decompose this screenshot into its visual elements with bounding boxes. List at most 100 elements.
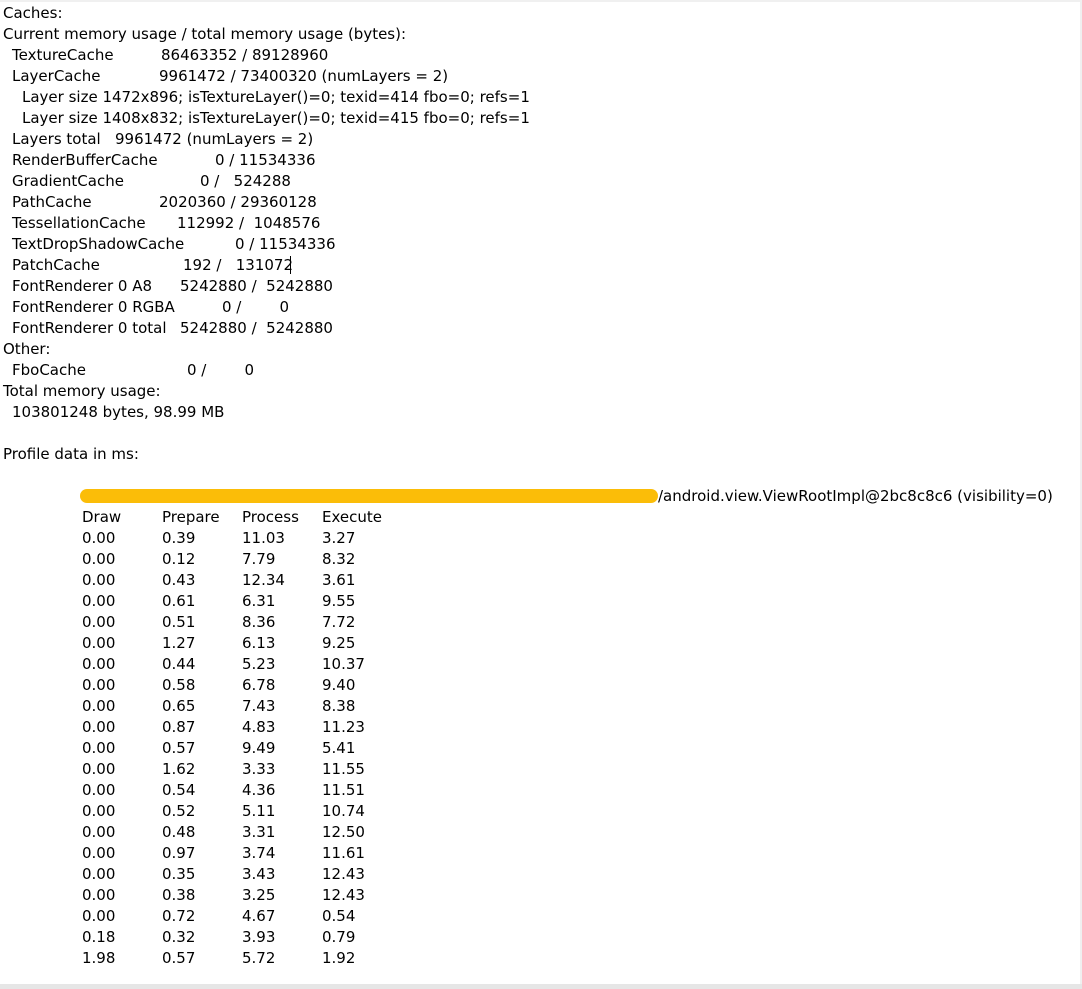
text-drop-shadow-cache-value: 0 / 11534336 bbox=[235, 235, 336, 253]
column-header-draw: Draw bbox=[82, 508, 122, 526]
cell-process: 3.25 bbox=[242, 886, 276, 904]
redaction-mark bbox=[80, 489, 658, 503]
cell-prepare: 0.87 bbox=[162, 718, 196, 736]
cell-prepare: 0.65 bbox=[162, 697, 196, 715]
cell-draw: 0.00 bbox=[82, 718, 116, 736]
cell-draw: 0.00 bbox=[82, 697, 116, 715]
cell-execute: 9.40 bbox=[322, 676, 356, 694]
bottom-scrollbar[interactable] bbox=[0, 984, 1082, 989]
cell-execute: 12.43 bbox=[322, 865, 365, 883]
layers-total: Layers total 9961472 (numLayers = 2) bbox=[12, 130, 314, 148]
cell-process: 6.13 bbox=[242, 634, 276, 652]
profile-heading: Profile data in ms: bbox=[3, 445, 139, 463]
cell-prepare: 0.38 bbox=[162, 886, 196, 904]
cell-process: 4.83 bbox=[242, 718, 276, 736]
cell-execute: 12.50 bbox=[322, 823, 365, 841]
font-renderer-a8-label: FontRenderer 0 A8 bbox=[12, 277, 153, 295]
font-renderer-total-label: FontRenderer 0 total bbox=[12, 319, 167, 337]
cell-execute: 3.27 bbox=[322, 529, 356, 547]
other-heading: Other: bbox=[3, 340, 51, 358]
cell-process: 3.31 bbox=[242, 823, 276, 841]
layer-line: Layer size 1472x896; isTextureLayer()=0;… bbox=[22, 88, 530, 106]
cell-draw: 0.00 bbox=[82, 886, 116, 904]
cell-process: 5.72 bbox=[242, 949, 276, 967]
cell-execute: 10.74 bbox=[322, 802, 365, 820]
render-buffer-cache-value: 0 / 11534336 bbox=[215, 151, 316, 169]
texture-cache-value: 86463352 / 89128960 bbox=[161, 46, 329, 64]
cell-draw: 0.00 bbox=[82, 739, 116, 757]
texture-cache-label: TextureCache bbox=[12, 46, 114, 64]
cell-prepare: 0.43 bbox=[162, 571, 196, 589]
font-renderer-total-value: 5242880 / 5242880 bbox=[180, 319, 333, 337]
text-caret bbox=[290, 256, 291, 274]
view-root-title: /android.view.ViewRootImpl@2bc8c8c6 (vis… bbox=[658, 487, 1053, 505]
cell-execute: 1.92 bbox=[322, 949, 356, 967]
cell-process: 8.36 bbox=[242, 613, 276, 631]
cell-prepare: 0.57 bbox=[162, 739, 196, 757]
cell-draw: 0.00 bbox=[82, 676, 116, 694]
cell-process: 6.78 bbox=[242, 676, 276, 694]
cell-draw: 0.00 bbox=[82, 571, 116, 589]
cell-draw: 0.00 bbox=[82, 550, 116, 568]
caches-heading: Caches: bbox=[3, 4, 63, 22]
cell-process: 4.36 bbox=[242, 781, 276, 799]
path-cache-label: PathCache bbox=[12, 193, 92, 211]
cell-draw: 0.00 bbox=[82, 844, 116, 862]
patch-cache-value: 192 / 131072 bbox=[183, 256, 294, 274]
cell-prepare: 0.32 bbox=[162, 928, 196, 946]
cell-process: 6.31 bbox=[242, 592, 276, 610]
cell-prepare: 0.58 bbox=[162, 676, 196, 694]
memory-usage-subheading: Current memory usage / total memory usag… bbox=[3, 25, 407, 43]
cell-process: 11.03 bbox=[242, 529, 285, 547]
cell-prepare: 0.61 bbox=[162, 592, 196, 610]
cell-execute: 0.54 bbox=[322, 907, 356, 925]
cell-prepare: 0.51 bbox=[162, 613, 196, 631]
cell-execute: 7.72 bbox=[322, 613, 356, 631]
cell-prepare: 0.35 bbox=[162, 865, 196, 883]
render-buffer-cache-label: RenderBufferCache bbox=[12, 151, 158, 169]
layer-line: Layer size 1408x832; isTextureLayer()=0;… bbox=[22, 109, 530, 127]
cell-process: 7.43 bbox=[242, 697, 276, 715]
cell-execute: 12.43 bbox=[322, 886, 365, 904]
cell-process: 3.43 bbox=[242, 865, 276, 883]
cell-prepare: 0.44 bbox=[162, 655, 196, 673]
cell-process: 7.79 bbox=[242, 550, 276, 568]
cell-execute: 11.51 bbox=[322, 781, 365, 799]
column-header-execute: Execute bbox=[322, 508, 382, 526]
layer-cache-label: LayerCache bbox=[12, 67, 101, 85]
cell-execute: 11.23 bbox=[322, 718, 365, 736]
cell-execute: 11.55 bbox=[322, 760, 365, 778]
cell-draw: 0.00 bbox=[82, 613, 116, 631]
gradient-cache-label: GradientCache bbox=[12, 172, 124, 190]
cell-draw: 0.00 bbox=[82, 781, 116, 799]
cell-process: 4.67 bbox=[242, 907, 276, 925]
cell-execute: 9.55 bbox=[322, 592, 356, 610]
font-renderer-a8-value: 5242880 / 5242880 bbox=[180, 277, 333, 295]
column-header-prepare: Prepare bbox=[162, 508, 220, 526]
cell-prepare: 0.97 bbox=[162, 844, 196, 862]
cell-draw: 0.00 bbox=[82, 655, 116, 673]
cell-execute: 10.37 bbox=[322, 655, 365, 673]
cell-prepare: 0.12 bbox=[162, 550, 196, 568]
cell-draw: 0.18 bbox=[82, 928, 116, 946]
cell-execute: 8.38 bbox=[322, 697, 356, 715]
cell-draw: 0.00 bbox=[82, 592, 116, 610]
cell-process: 3.33 bbox=[242, 760, 276, 778]
cell-process: 9.49 bbox=[242, 739, 276, 757]
cell-prepare: 0.52 bbox=[162, 802, 196, 820]
cell-draw: 0.00 bbox=[82, 760, 116, 778]
cell-prepare: 0.72 bbox=[162, 907, 196, 925]
cell-draw: 0.00 bbox=[82, 529, 116, 547]
cell-draw: 0.00 bbox=[82, 802, 116, 820]
gradient-cache-value: 0 / 524288 bbox=[200, 172, 291, 190]
cell-execute: 5.41 bbox=[322, 739, 356, 757]
total-memory-value: 103801248 bytes, 98.99 MB bbox=[12, 403, 225, 421]
column-header-process: Process bbox=[242, 508, 299, 526]
fbo-cache-value: 0 / 0 bbox=[187, 361, 255, 379]
cell-process: 3.93 bbox=[242, 928, 276, 946]
layer-cache-value: 9961472 / 73400320 (numLayers = 2) bbox=[159, 67, 449, 85]
cell-execute: 9.25 bbox=[322, 634, 356, 652]
fbo-cache-label: FboCache bbox=[12, 361, 86, 379]
cell-draw: 0.00 bbox=[82, 634, 116, 652]
cell-draw: 1.98 bbox=[82, 949, 116, 967]
